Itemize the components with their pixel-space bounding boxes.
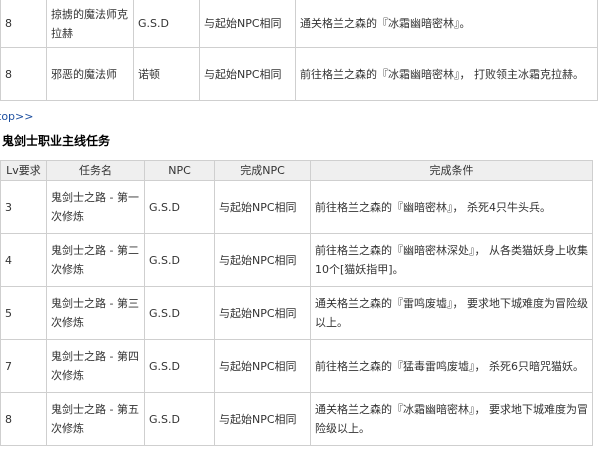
condition-cell: 通关格兰之森的『冰霜幽暗密林』。 (295, 0, 598, 48)
condition-cell: 前往格兰之森的『幽暗密林』， 杀死4只牛头兵。 (310, 180, 593, 234)
lv-cell: 5 (0, 286, 47, 340)
npc-cell: 诺顿 (133, 47, 200, 101)
lv-cell: 3 (0, 180, 47, 234)
quest-name-cell: 鬼剑士之路 - 第二次修炼 (46, 233, 145, 287)
condition-cell: 前往格兰之森的『幽暗密林深处』， 从各类猫妖身上收集10个[猫妖指甲]。 (310, 233, 593, 287)
back-to-top-link[interactable]: top>> (0, 110, 33, 124)
finish-npc-cell: 与起始NPC相同 (214, 233, 311, 287)
quest-name-cell: 掠掳的魔法师克拉赫 (46, 0, 134, 48)
table-row: 5 鬼剑士之路 - 第三次修炼 G.S.D 与起始NPC相同 通关格兰之森的『雷… (0, 286, 593, 340)
header-finish-npc: 完成NPC (214, 160, 311, 181)
finish-npc-cell: 与起始NPC相同 (214, 339, 311, 393)
lv-cell: 8 (0, 392, 47, 446)
table-row: 8 鬼剑士之路 - 第五次修炼 G.S.D 与起始NPC相同 通关格兰之森的『冰… (0, 392, 593, 446)
lv-cell: 4 (0, 233, 47, 287)
header-lv: Lv要求 (0, 160, 47, 181)
table-row: 4 鬼剑士之路 - 第二次修炼 G.S.D 与起始NPC相同 前往格兰之森的『幽… (0, 233, 593, 287)
condition-cell: 前往格兰之森的『冰霜幽暗密林』， 打败领主冰霜克拉赫。 (295, 47, 598, 101)
npc-cell: G.S.D (144, 180, 215, 234)
npc-cell: G.S.D (144, 286, 215, 340)
quest-table: Lv要求 任务名 NPC 完成NPC 完成条件 3 鬼剑士之路 - 第一次修炼 … (0, 160, 593, 446)
table-row: 8 掠掳的魔法师克拉赫 G.S.D 与起始NPC相同 通关格兰之森的『冰霜幽暗密… (0, 0, 598, 48)
finish-npc-cell: 与起始NPC相同 (214, 392, 311, 446)
quest-name-cell: 鬼剑士之路 - 第四次修炼 (46, 339, 145, 393)
quest-name-cell: 鬼剑士之路 - 第一次修炼 (46, 180, 145, 234)
npc-cell: G.S.D (144, 339, 215, 393)
header-condition: 完成条件 (310, 160, 593, 181)
condition-cell: 前往格兰之森的『猛毒雷鸣废墟』， 杀死6只暗咒猫妖。 (310, 339, 593, 393)
finish-npc-cell: 与起始NPC相同 (199, 47, 296, 101)
condition-cell: 通关格兰之森的『雷鸣废墟』， 要求地下城难度为冒险级以上。 (310, 286, 593, 340)
lv-cell: 7 (0, 339, 47, 393)
quest-name-cell: 鬼剑士之路 - 第三次修炼 (46, 286, 145, 340)
table-row: 7 鬼剑士之路 - 第四次修炼 G.S.D 与起始NPC相同 前往格兰之森的『猛… (0, 339, 593, 393)
quest-name-cell: 鬼剑士之路 - 第五次修炼 (46, 392, 145, 446)
finish-npc-cell: 与起始NPC相同 (214, 180, 311, 234)
finish-npc-cell: 与起始NPC相同 (214, 286, 311, 340)
table-row: 3 鬼剑士之路 - 第一次修炼 G.S.D 与起始NPC相同 前往格兰之森的『幽… (0, 180, 593, 234)
npc-cell: G.S.D (144, 392, 215, 446)
header-quest-name: 任务名 (46, 160, 145, 181)
header-npc: NPC (144, 160, 215, 181)
section-title: 鬼剑士职业主线任务 (2, 134, 111, 148)
lv-cell: 8 (0, 47, 47, 101)
condition-cell: 通关格兰之森的『冰霜幽暗密林』， 要求地下城难度为冒险级以上。 (310, 392, 593, 446)
npc-cell: G.S.D (133, 0, 200, 48)
table-header-row: Lv要求 任务名 NPC 完成NPC 完成条件 (0, 160, 593, 181)
table-row: 8 邪恶的魔法师 诺顿 与起始NPC相同 前往格兰之森的『冰霜幽暗密林』， 打败… (0, 47, 598, 101)
quest-name-cell: 邪恶的魔法师 (46, 47, 134, 101)
previous-quest-table: 8 掠掳的魔法师克拉赫 G.S.D 与起始NPC相同 通关格兰之森的『冰霜幽暗密… (0, 0, 598, 101)
finish-npc-cell: 与起始NPC相同 (199, 0, 296, 48)
lv-cell: 8 (0, 0, 47, 48)
npc-cell: G.S.D (144, 233, 215, 287)
